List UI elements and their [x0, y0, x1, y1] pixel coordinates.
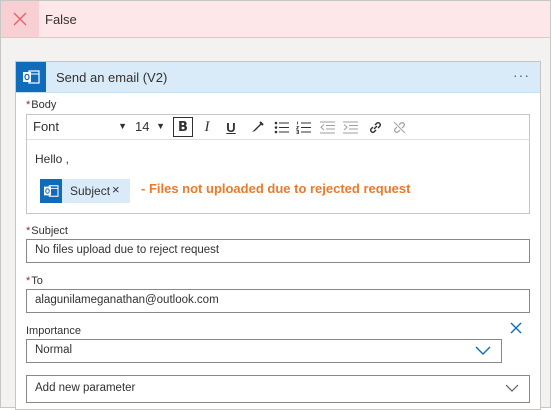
link-icon[interactable] [365, 117, 385, 137]
decrease-indent-icon[interactable] [317, 117, 337, 137]
font-size-dropdown[interactable]: 14 ▼ [135, 119, 165, 135]
body-label: *Body [26, 99, 57, 111]
subject-dynamic-token[interactable]: Subject × [40, 179, 130, 203]
chevron-down-icon [475, 346, 491, 355]
required-asterisk: * [26, 99, 31, 111]
pen-color-icon[interactable] [247, 117, 267, 137]
chevron-down-icon: ▼ [156, 121, 165, 131]
remove-token-icon[interactable]: × [112, 182, 120, 197]
required-asterisk: * [26, 225, 31, 237]
subject-label: *Subject [26, 225, 68, 237]
outlook-icon [40, 179, 62, 203]
bold-button[interactable]: B [173, 117, 193, 137]
body-editor[interactable]: Font ▼ 14 ▼ B I U Hello , Subject × - Fi… [26, 114, 530, 214]
add-new-parameter-dropdown[interactable]: Add new parameter [26, 375, 530, 403]
importance-label: Importance [26, 325, 82, 337]
false-branch-header: False [1, 1, 550, 38]
body-message-text: - Files not uploaded due to rejected req… [141, 181, 411, 196]
add-parameter-placeholder: Add new parameter [35, 382, 136, 394]
required-asterisk: * [26, 275, 31, 287]
font-family-dropdown[interactable]: Font ▼ [33, 119, 127, 135]
italic-button[interactable]: I [197, 117, 217, 137]
outlook-icon [16, 62, 46, 92]
numbered-list-icon[interactable] [293, 117, 313, 137]
token-label: Subject [70, 184, 111, 198]
to-value: alagunilameganathan@outlook.com [35, 294, 219, 306]
chevron-down-icon: ▼ [118, 121, 127, 131]
chevron-down-icon [505, 384, 519, 392]
close-icon[interactable] [1, 1, 39, 37]
branch-container: False Send an email (V2) ··· *Body Font [0, 0, 551, 410]
action-header[interactable]: Send an email (V2) ··· [16, 62, 540, 93]
branch-title: False [45, 12, 77, 27]
unlink-icon[interactable] [389, 117, 409, 137]
more-options-icon[interactable]: ··· [513, 67, 530, 83]
action-title: Send an email (V2) [56, 70, 168, 85]
to-label: *To [26, 275, 43, 287]
underline-button[interactable]: U [221, 117, 241, 137]
subject-value: No files upload due to reject request [35, 244, 220, 256]
body-greeting-text: Hello , [35, 152, 70, 166]
importance-value: Normal [35, 344, 73, 356]
bullet-list-icon[interactable] [271, 117, 291, 137]
subject-field[interactable]: No files upload due to reject request [26, 239, 530, 263]
editor-toolbar: Font ▼ 14 ▼ B I U [27, 115, 529, 140]
increase-indent-icon[interactable] [340, 117, 360, 137]
importance-select[interactable]: Normal [26, 339, 502, 363]
remove-parameter-icon[interactable] [510, 322, 522, 337]
send-email-action-card: Send an email (V2) ··· *Body Font ▼ 14 ▼… [15, 61, 541, 410]
to-field[interactable]: alagunilameganathan@outlook.com [26, 289, 530, 313]
